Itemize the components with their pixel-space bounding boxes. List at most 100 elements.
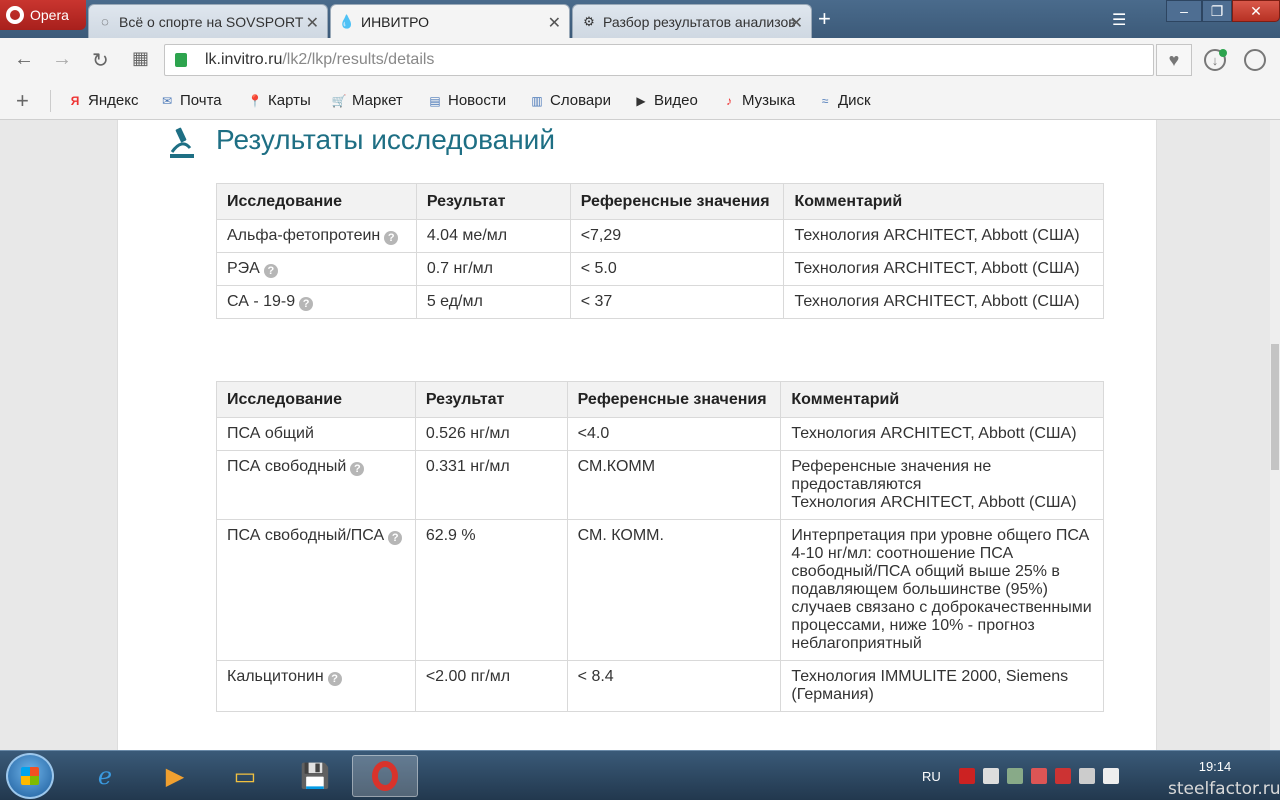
table-row: ПСА свободный? 0.331 нг/мл СМ.КОММ Рефер… — [216, 450, 1104, 520]
folder-icon[interactable]: ▭ — [212, 755, 278, 797]
result-cell: 5 ед/мл — [415, 285, 571, 319]
results-table-2: Исследование Результат Референсные значе… — [216, 381, 1104, 712]
test-name-cell: РЭА? — [216, 252, 417, 286]
close-window-button[interactable]: ✕ — [1232, 0, 1280, 22]
column-header: Референсные значения — [566, 381, 782, 418]
help-icon[interactable]: ? — [263, 264, 278, 278]
reference-cell: <7,29 — [569, 219, 785, 253]
speed-dial-grid-icon[interactable]: ▦ — [132, 48, 149, 69]
column-header: Результат — [414, 381, 568, 418]
address-bar: ← → ↻ ▦ lk.invitro.ru/lk2/lkp/results/de… — [0, 38, 1280, 82]
bookmark-label: Карты — [268, 92, 311, 109]
bookmark-label: Почта — [180, 92, 222, 109]
reload-icon[interactable]: ↻ — [92, 48, 109, 73]
test-name: РЭА — [227, 260, 260, 277]
test-name-cell: Кальцитонин? — [216, 660, 416, 712]
opera-menu-button[interactable]: Opera — [0, 0, 86, 30]
result-cell: <2.00 пг/мл — [414, 660, 568, 712]
help-icon[interactable]: ? — [327, 672, 342, 686]
new-tab-button[interactable]: + — [818, 6, 831, 32]
comment-cell: Технология ARCHITECT, Abbott (США) — [783, 285, 1104, 319]
internet-explorer-icon[interactable]: ℯ — [72, 755, 138, 797]
help-icon[interactable]: ? — [384, 231, 399, 245]
start-button[interactable] — [6, 753, 54, 799]
close-tab-icon[interactable]: ✕ — [306, 13, 319, 33]
tab-bar: Opera ◌ Всё о спорте на SOVSPORT ✕ 💧 ИНВ… — [0, 0, 1280, 38]
clock[interactable]: 19:14 — [1180, 759, 1250, 774]
result-cell: 4.04 ме/мл — [415, 219, 571, 253]
bookmark-label: Маркет — [352, 92, 403, 109]
action-center-icon[interactable] — [1078, 768, 1095, 784]
help-icon[interactable]: ? — [388, 531, 403, 545]
map-pin-icon: 📍 — [247, 93, 263, 108]
add-bookmark-button[interactable]: + — [16, 88, 29, 114]
scrollbar-thumb[interactable] — [1271, 344, 1279, 470]
download-icon[interactable]: ↓ — [1204, 49, 1227, 71]
result-cell: 62.9 % — [414, 519, 568, 661]
reference-cell: <4.0 — [566, 417, 782, 451]
reference-cell: < 37 — [569, 285, 785, 319]
tab-menu-icon[interactable]: ☰ — [1112, 10, 1126, 30]
speaker-icon[interactable] — [1102, 768, 1119, 784]
reference-cell: < 5.0 — [569, 252, 785, 286]
tab-title: Всё о спорте на SOVSPORT — [119, 13, 304, 30]
table-row: СА - 19-9? 5 ед/мл < 37 Технология ARCHI… — [216, 285, 1104, 319]
forward-arrow-icon[interactable]: → — [52, 48, 72, 71]
help-icon[interactable]: ? — [299, 297, 314, 311]
bookmark-dictionaries[interactable]: ▥ Словари — [530, 92, 611, 109]
scrollbar[interactable] — [1270, 120, 1280, 750]
maximize-button[interactable]: ❐ — [1202, 0, 1232, 22]
tab-invitro[interactable]: 💧 ИНВИТРО ✕ — [330, 4, 570, 38]
music-note-icon: ♪ — [726, 93, 732, 108]
tab-sovsport[interactable]: ◌ Всё о спорте на SOVSPORT ✕ — [88, 4, 328, 38]
account-icon[interactable] — [1244, 49, 1266, 71]
minimize-button[interactable]: – — [1166, 0, 1202, 22]
bookmark-disk[interactable]: ≈ Диск — [818, 92, 871, 109]
bookmark-yandex[interactable]: Я Яндекс — [68, 92, 139, 109]
bookmarks-bar: + Я Яндекс ✉ Почта 📍 Карты 🛒 Маркет ▤ Новости… — [0, 82, 1280, 120]
bookmark-mail[interactable]: ✉ Почта — [160, 92, 222, 109]
test-name: СА - 19-9 — [227, 293, 296, 310]
page-title: Результаты исследований — [216, 124, 555, 155]
bookmark-news[interactable]: ▤ Новости — [428, 92, 506, 109]
comment-cell: Референсные значения не предоставляются … — [780, 450, 1104, 520]
alert-icon[interactable] — [1054, 768, 1071, 784]
divider — [50, 90, 51, 112]
column-header: Референсные значения — [569, 183, 785, 220]
antivirus-icon[interactable] — [958, 768, 975, 784]
result-cell: 0.7 нг/мл — [415, 252, 571, 286]
comment-cell: Интерпретация при уровне общего ПСА 4-10… — [780, 519, 1104, 661]
help-icon[interactable]: ? — [350, 462, 365, 476]
opera-taskbar-icon[interactable] — [352, 755, 418, 797]
test-name: ПСА свободный/ПСА — [227, 527, 385, 544]
language-indicator[interactable]: RU — [922, 769, 941, 784]
bookmark-music[interactable]: ♪ Музыка — [722, 92, 795, 109]
close-tab-icon[interactable]: ✕ — [548, 13, 561, 33]
bookmark-market[interactable]: 🛒 Маркет — [332, 92, 403, 109]
bookmark-label: Словари — [550, 92, 611, 109]
reference-cell: < 8.4 — [566, 660, 782, 712]
tab-analysis[interactable]: ⚙ Разбор результатов анализов ✕ — [572, 4, 812, 38]
column-header: Комментарий — [783, 183, 1104, 220]
system-tray: RU — [922, 751, 1127, 800]
heart-icon[interactable]: ♥ — [1156, 44, 1192, 76]
bookmark-label: Музыка — [742, 92, 796, 109]
floppy-disk-icon[interactable]: 💾 — [282, 755, 348, 797]
volume-muted-icon[interactable] — [1030, 768, 1047, 784]
bookmark-video[interactable]: ▶ Видео — [634, 92, 697, 109]
reference-cell: СМ. КОММ. — [566, 519, 782, 661]
battery-icon[interactable] — [982, 768, 999, 784]
comment-cell: Технология ARCHITECT, Abbott (США) — [783, 219, 1104, 253]
test-name: Кальцитонин — [227, 668, 324, 685]
close-tab-icon[interactable]: ✕ — [790, 13, 803, 33]
bookmark-maps[interactable]: 📍 Карты — [248, 92, 311, 109]
network-icon[interactable] — [1006, 768, 1023, 784]
url-field[interactable]: lk.invitro.ru/lk2/lkp/results/details — [164, 44, 1154, 76]
play-icon: ▶ — [636, 93, 646, 108]
lock-icon — [175, 53, 187, 67]
url-host: lk.invitro.ru — [205, 51, 283, 68]
back-arrow-icon[interactable]: ← — [14, 48, 34, 71]
media-player-icon[interactable]: ▶ — [142, 755, 208, 797]
column-header: Комментарий — [780, 381, 1104, 418]
tab-title: Разбор результатов анализов — [603, 13, 796, 30]
